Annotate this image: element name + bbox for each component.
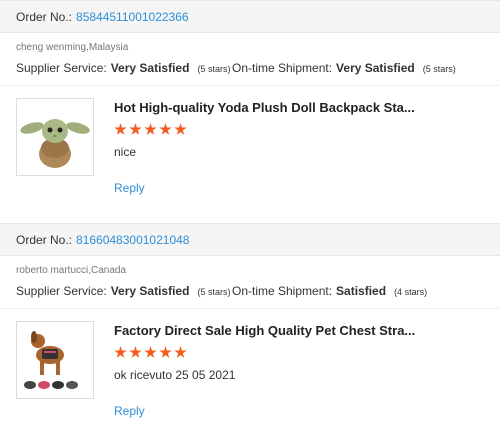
- star-icon: [129, 346, 142, 358]
- service-ratings: Supplier Service: Very Satisfied (5 star…: [0, 278, 500, 300]
- order-label: Order No.:: [16, 232, 73, 247]
- shipment-label: On-time Shipment:: [232, 283, 333, 298]
- star-icon: [114, 123, 127, 135]
- shipment-rating: On-time Shipment: Very Satisfied (5 star…: [232, 61, 456, 75]
- product-review: Hot High-quality Yoda Plush Doll Backpac…: [0, 86, 500, 195]
- supplier-service-label: Supplier Service:: [16, 60, 107, 75]
- star-icon: [174, 346, 187, 358]
- reply-link[interactable]: Reply: [114, 181, 415, 195]
- star-rating: [114, 346, 415, 359]
- star-icon: [144, 123, 157, 135]
- star-icon: [144, 346, 157, 358]
- star-icon: [129, 123, 142, 135]
- review-comment: nice: [114, 145, 137, 159]
- shipment-rating: On-time Shipment: Satisfied (4 stars): [232, 284, 427, 298]
- star-icon: [159, 346, 172, 358]
- supplier-service-stars: (5 stars): [197, 63, 231, 74]
- product-thumbnail[interactable]: [16, 321, 94, 399]
- buyer-name: roberto martucci,Canada: [16, 265, 127, 276]
- buyer-name: cheng wenming,Malaysia: [16, 42, 129, 53]
- order-number-link[interactable]: 85844511001022366: [76, 10, 189, 24]
- review-comment: ok ricevuto 25 05 2021: [114, 368, 236, 382]
- supplier-service-stars: (5 stars): [197, 286, 231, 297]
- service-ratings: Supplier Service: Very Satisfied (5 star…: [0, 55, 500, 77]
- product-info: Factory Direct Sale High Quality Pet Che…: [94, 321, 415, 418]
- star-icon: [174, 123, 187, 135]
- product-info: Hot High-quality Yoda Plush Doll Backpac…: [94, 98, 415, 195]
- order-bar: Order No.: 81660483001021048: [0, 223, 500, 256]
- product-review: Factory Direct Sale High Quality Pet Che…: [0, 309, 500, 418]
- reply-link[interactable]: Reply: [114, 404, 415, 418]
- star-icon: [114, 346, 127, 358]
- spacer: [0, 195, 500, 223]
- shipment-value: Very Satisfied: [336, 60, 415, 75]
- star-icon: [159, 123, 172, 135]
- shipment-value: Satisfied: [336, 283, 387, 298]
- shipment-label: On-time Shipment:: [232, 60, 333, 75]
- supplier-service-label: Supplier Service:: [16, 283, 107, 298]
- shipment-stars: (4 stars): [394, 286, 428, 297]
- order-label: Order No.:: [16, 9, 73, 24]
- yoda-plush-icon: [20, 119, 90, 168]
- product-title[interactable]: Hot High-quality Yoda Plush Doll Backpac…: [114, 100, 415, 115]
- order-bar: Order No.: 85844511001022366: [0, 0, 500, 33]
- review-card: Order No.: 85844511001022366 cheng wenmi…: [0, 0, 500, 195]
- supplier-service-value: Very Satisfied: [110, 283, 190, 298]
- shipment-stars: (5 stars): [422, 63, 456, 74]
- supplier-service-value: Very Satisfied: [110, 60, 190, 75]
- star-rating: [114, 123, 415, 136]
- review-card: Order No.: 81660483001021048 roberto mar…: [0, 223, 500, 418]
- supplier-service-rating: Supplier Service: Very Satisfied (5 star…: [16, 61, 232, 75]
- product-thumbnail[interactable]: [16, 98, 94, 176]
- order-number-link[interactable]: 81660483001021048: [76, 233, 189, 247]
- product-title[interactable]: Factory Direct Sale High Quality Pet Che…: [114, 323, 415, 338]
- dog-harness-icon: [24, 331, 78, 389]
- supplier-service-rating: Supplier Service: Very Satisfied (5 star…: [16, 284, 232, 298]
